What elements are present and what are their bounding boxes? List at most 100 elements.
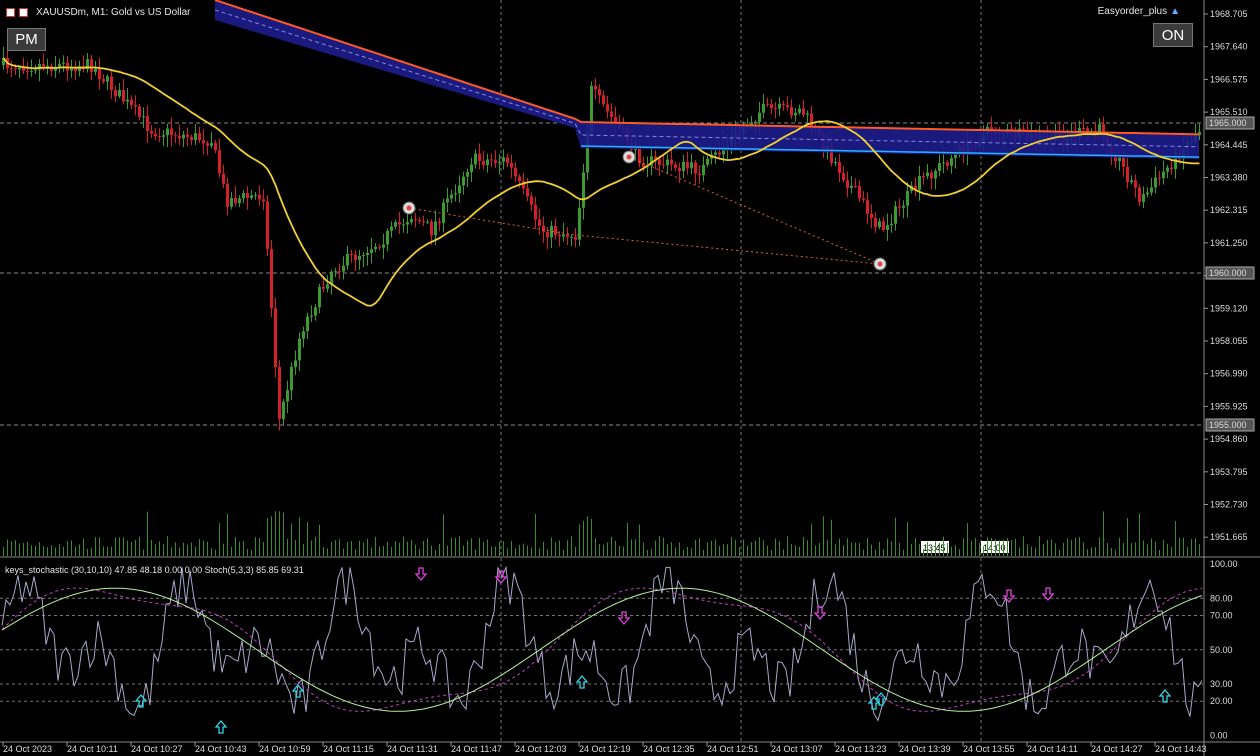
candle-body bbox=[946, 162, 949, 166]
candle-body bbox=[534, 204, 537, 220]
candle-body bbox=[126, 99, 129, 102]
time-axis-label: 24 Oct 11:31 bbox=[387, 744, 438, 754]
chart-canvas[interactable]: 1968.705 1967.640 1966.575 1965.510 1964.445… bbox=[0, 0, 1260, 756]
candle-body bbox=[1118, 157, 1121, 162]
candle-body bbox=[498, 161, 501, 163]
candle-body bbox=[174, 135, 177, 137]
channel-band bbox=[215, 0, 1199, 160]
candle-body bbox=[670, 159, 673, 165]
time-marker-label: 14:00 bbox=[983, 543, 1006, 553]
candle-body bbox=[926, 172, 929, 177]
candle-body bbox=[250, 195, 253, 198]
candle-body bbox=[134, 105, 137, 107]
window-icon bbox=[19, 7, 28, 17]
time-axis-label: 24 Oct 11:47 bbox=[451, 744, 502, 754]
candle-body bbox=[686, 161, 689, 169]
candle-body bbox=[518, 176, 521, 182]
candle-body bbox=[1166, 167, 1169, 172]
candle-body bbox=[854, 185, 857, 187]
candle-body bbox=[202, 140, 205, 144]
price-axis-label: 1959.120 bbox=[1210, 303, 1248, 313]
candle-body bbox=[394, 222, 397, 227]
candle-body bbox=[1150, 187, 1153, 193]
candle-body bbox=[690, 162, 693, 169]
candle-body bbox=[166, 128, 169, 136]
candle-body bbox=[170, 128, 173, 136]
price-axis-label: 1963.380 bbox=[1210, 173, 1248, 183]
candle-body bbox=[1134, 180, 1137, 188]
price-axis-label: 1967.640 bbox=[1210, 42, 1248, 52]
candle-body bbox=[186, 134, 189, 137]
candle-body bbox=[26, 70, 29, 72]
time-axis-label: 24 Oct 10:11 bbox=[67, 744, 118, 754]
time-axis-label: 24 Oct 13:23 bbox=[835, 744, 887, 754]
candle-body bbox=[262, 199, 265, 202]
candle-body bbox=[774, 108, 777, 110]
pm-button[interactable]: PM bbox=[7, 28, 46, 51]
candle-body bbox=[882, 221, 885, 230]
time-axis-label: 24 Oct 13:39 bbox=[899, 744, 951, 754]
candle-body bbox=[466, 172, 469, 177]
candle-body bbox=[662, 164, 665, 166]
price-axis-label: 1966.575 bbox=[1210, 74, 1248, 84]
trade-marker-dot bbox=[877, 261, 883, 267]
candle-body bbox=[542, 225, 545, 233]
candle-body bbox=[114, 90, 117, 97]
candle-body bbox=[1082, 128, 1085, 130]
candle-body bbox=[402, 224, 405, 226]
candle-body bbox=[234, 197, 237, 204]
on-button[interactable]: ON bbox=[1153, 23, 1193, 47]
arrow-up-icon bbox=[214, 719, 228, 734]
candle-body bbox=[862, 198, 865, 200]
candle-body bbox=[602, 95, 605, 105]
candle-body bbox=[894, 206, 897, 224]
candle-body bbox=[702, 164, 705, 176]
candle-body bbox=[226, 183, 229, 207]
time-axis-label: 24 Oct 2023 bbox=[3, 744, 52, 754]
time-axis-label: 24 Oct 14:27 bbox=[1091, 744, 1143, 754]
arrow-up-icon bbox=[1158, 688, 1172, 703]
price-axis-label: 1954.860 bbox=[1210, 434, 1248, 444]
candle-body bbox=[206, 143, 209, 146]
candle-body bbox=[682, 161, 685, 172]
expert-advisor-label[interactable]: Easyorder_plus ▲ bbox=[1098, 6, 1180, 17]
candle-body bbox=[90, 59, 93, 72]
price-axis-label: 1958.055 bbox=[1210, 336, 1248, 346]
candle-body bbox=[1138, 187, 1141, 202]
candle-body bbox=[282, 401, 285, 420]
candle-body bbox=[766, 103, 769, 105]
candle-body bbox=[494, 160, 497, 163]
price-axis-label: 1962.315 bbox=[1210, 205, 1248, 215]
candle-body bbox=[786, 104, 789, 107]
candle-body bbox=[346, 254, 349, 266]
candle-body bbox=[490, 159, 493, 161]
candle-body bbox=[462, 176, 465, 186]
candle-body bbox=[254, 194, 257, 196]
stochastic-main-line bbox=[1, 565, 1203, 722]
candle-body bbox=[762, 103, 765, 113]
candle-body bbox=[470, 164, 473, 173]
candle-body bbox=[950, 158, 953, 166]
candle-body bbox=[430, 221, 433, 236]
candle-body bbox=[898, 206, 901, 208]
candle-body bbox=[562, 234, 565, 237]
candle-body bbox=[514, 167, 517, 177]
candle-body bbox=[1146, 192, 1149, 195]
candle-body bbox=[154, 133, 157, 137]
trade-connector-line bbox=[408, 207, 881, 265]
channel-upper-line bbox=[214, 0, 1200, 136]
candle-body bbox=[178, 136, 181, 139]
candle-body bbox=[874, 218, 877, 228]
candle-body bbox=[190, 136, 193, 141]
candle-body bbox=[334, 271, 337, 273]
candle-body bbox=[834, 162, 837, 164]
candle-body bbox=[846, 180, 849, 188]
candle-body bbox=[942, 162, 945, 164]
price-axis-label: 1964.445 bbox=[1210, 140, 1248, 150]
candle-body bbox=[506, 157, 509, 163]
candle-body bbox=[286, 390, 289, 402]
candle-body bbox=[642, 163, 645, 168]
candle-body bbox=[502, 157, 505, 162]
oscillator-axis-label: 80.00 bbox=[1210, 593, 1233, 603]
candle-body bbox=[138, 106, 141, 117]
